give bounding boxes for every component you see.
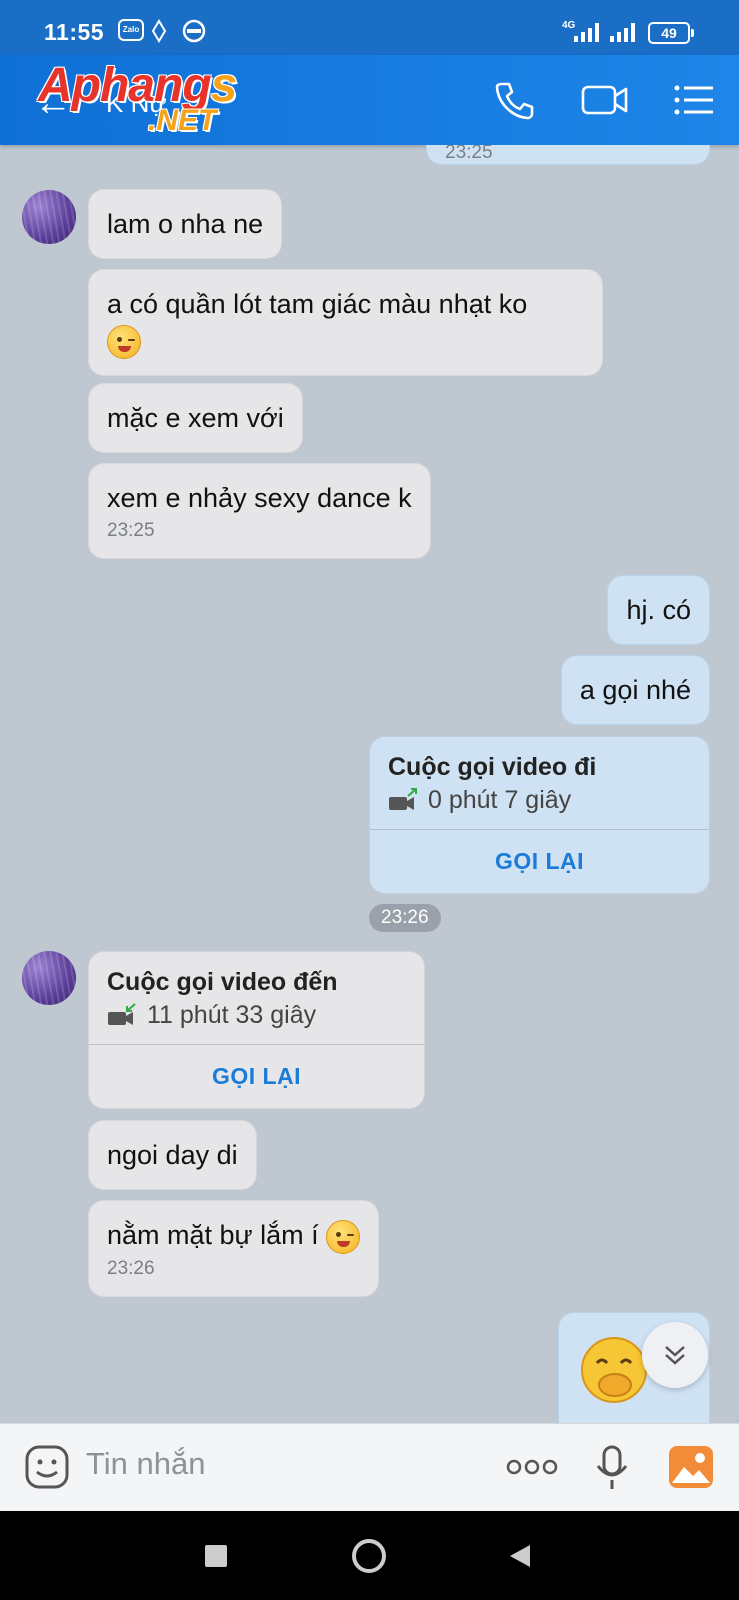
scroll-down-icon — [665, 1346, 685, 1365]
status-bar: 11:55 Zalo 4G 49 — [0, 0, 739, 55]
home-button[interactable] — [352, 1539, 386, 1573]
message-input[interactable]: Tin nhắn — [86, 1446, 206, 1482]
message-bubble-outgoing[interactable]: 23:25 — [426, 145, 710, 165]
recents-button[interactable] — [205, 1545, 227, 1567]
message-bubble-incoming[interactable]: a có quần lót tam giác màu nhạt ko — [88, 269, 603, 376]
call-title: Cuộc gọi video đi — [388, 753, 597, 781]
battery-icon: 49 — [648, 22, 694, 44]
call-title: Cuộc gọi video đến — [107, 968, 338, 996]
wink-emoji-icon — [326, 1219, 361, 1254]
sticker-icon[interactable] — [24, 1444, 70, 1490]
call-again-button[interactable]: GỌI LẠI — [370, 829, 709, 893]
message-text: hj. có — [626, 595, 691, 625]
video-icon[interactable] — [580, 78, 630, 122]
message-text: a có quần lót tam giác màu nhạt ko — [107, 289, 528, 319]
scroll-down-button[interactable] — [642, 1322, 708, 1388]
message-text: nằm mặt bự lắm í — [107, 1220, 319, 1250]
message-bubble-outgoing[interactable]: a gọi nhé — [560, 655, 710, 725]
signal-icon-2 — [610, 22, 635, 42]
time-chip: 23:26 — [369, 904, 441, 932]
message-bubble-incoming[interactable]: ngoi day di — [88, 1120, 257, 1190]
watermark-logo: Aphangs .NET — [38, 59, 237, 137]
message-bubble-incoming[interactable]: nằm mặt bự lắm í 23:26 — [88, 1200, 380, 1297]
message-bubble-outgoing[interactable]: hj. có — [607, 575, 710, 645]
message-text: xem e nhảy sexy dance k — [107, 483, 412, 513]
message-text: ngoi day di — [107, 1140, 238, 1170]
outgoing-video-call-card[interactable]: Cuộc gọi video đi 0 phút 7 giây GỌI LẠI — [369, 736, 710, 894]
mic-icon[interactable] — [595, 1444, 629, 1492]
call-duration: 11 phút 33 giây — [147, 1001, 317, 1029]
dnd-icon — [182, 19, 206, 43]
message-bubble-incoming[interactable]: mặc e xem với — [88, 383, 303, 453]
zalo-notification-icon: Zalo — [118, 19, 144, 41]
call-again-button[interactable]: GỌI LẠI — [89, 1044, 424, 1108]
avatar[interactable] — [22, 190, 76, 244]
shy-emoji-icon — [581, 1337, 647, 1403]
message-time: 23:25 — [445, 145, 493, 163]
message-bubble-incoming[interactable]: xem e nhảy sexy dance k 23:25 — [88, 463, 431, 559]
message-list[interactable]: 23:25 lam o nha ne a có quần lót tam giá… — [0, 145, 739, 1423]
incoming-video-call-icon — [108, 1003, 136, 1025]
phone-icon[interactable] — [492, 78, 536, 122]
message-text: a gọi nhé — [579, 675, 691, 705]
incoming-video-call-card[interactable]: Cuộc gọi video đến 11 phút 33 giây GỌI L… — [88, 951, 425, 1109]
system-navigation-bar — [0, 1511, 739, 1600]
message-time: 23:26 — [107, 1257, 155, 1279]
back-button[interactable] — [508, 1543, 532, 1569]
call-duration: 0 phút 7 giây — [428, 786, 572, 814]
message-bubble-incoming[interactable]: lam o nha ne — [88, 189, 283, 259]
signal-icon — [574, 22, 599, 42]
wink-emoji-icon — [107, 324, 141, 359]
location-icon — [151, 19, 167, 43]
message-time: 23:25 — [107, 520, 155, 541]
more-icon[interactable] — [506, 1457, 558, 1477]
gallery-icon[interactable] — [668, 1445, 714, 1489]
status-time: 11:55 — [44, 19, 105, 45]
message-text: mặc e xem với — [107, 403, 284, 433]
avatar[interactable] — [22, 951, 76, 1005]
message-input-bar: Tin nhắn — [0, 1423, 739, 1511]
outgoing-video-call-icon — [389, 788, 417, 810]
menu-icon[interactable] — [672, 78, 716, 122]
message-text: lam o nha ne — [107, 209, 264, 239]
